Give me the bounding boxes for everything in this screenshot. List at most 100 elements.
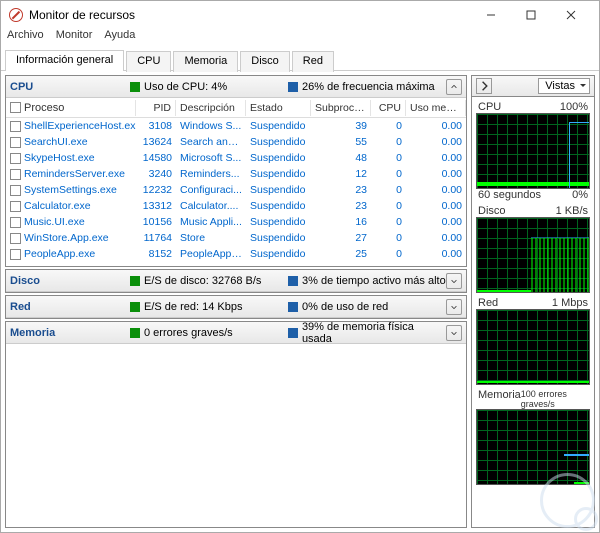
expand-button[interactable] (446, 325, 462, 341)
cell-desc: Configuraci... (176, 184, 246, 196)
graphs-container: CPU100% 60 segundos0% Disco1 KB/s Red1 M… (471, 97, 595, 528)
cell-pid: 13624 (136, 136, 176, 148)
cell-avg: 0.00 (406, 168, 466, 180)
table-row[interactable]: Calculator.exe13312Calculator....Suspend… (6, 198, 466, 214)
cell-status: Suspendido (246, 152, 311, 164)
cell-pid: 3108 (136, 120, 176, 132)
row-checkbox[interactable] (10, 169, 21, 180)
cell-avg: 0.00 (406, 200, 466, 212)
net-graph-max: 1 Mbps (552, 297, 588, 309)
table-row[interactable]: SearchUI.exe13624Search and...Suspendido… (6, 134, 466, 150)
cpu-graph-title: CPU (478, 101, 501, 113)
memory-panel-header[interactable]: Memoria 0 errores graves/s 39% de memori… (6, 322, 466, 344)
cell-cpu: 0 (371, 200, 406, 212)
cell-avg: 0.00 (406, 120, 466, 132)
menu-bar: Archivo Monitor Ayuda (1, 29, 599, 49)
menu-file[interactable]: Archivo (7, 29, 44, 49)
cell-pid: 8152 (136, 248, 176, 260)
cpu-panel-title: CPU (10, 81, 130, 93)
net-graph: Red 1 Mbps (476, 297, 590, 385)
cell-threads: 16 (311, 216, 371, 228)
cell-pid: 14580 (136, 152, 176, 164)
collapse-sidebar-button[interactable] (476, 78, 492, 94)
cell-desc: Reminders... (176, 168, 246, 180)
cell-status: Suspendido (246, 120, 311, 132)
row-checkbox[interactable] (10, 137, 21, 148)
close-button[interactable] (551, 1, 591, 29)
cell-status: Suspendido (246, 248, 311, 260)
blue-square-icon (288, 328, 298, 338)
cell-desc: PeopleApp.... (176, 248, 246, 260)
minimize-button[interactable] (471, 1, 511, 29)
cpu-graph-xlabel: 60 segundos (478, 189, 541, 201)
row-checkbox[interactable] (10, 233, 21, 244)
cell-cpu: 0 (371, 216, 406, 228)
table-row[interactable]: ShellExperienceHost.exe3108Windows S...S… (6, 118, 466, 134)
views-dropdown[interactable]: Vistas (538, 78, 590, 94)
table-row[interactable]: SystemSettings.exe12232Configuraci...Sus… (6, 182, 466, 198)
cell-process: WinStore.App.exe (6, 232, 136, 244)
cell-status: Suspendido (246, 168, 311, 180)
cell-desc: Music Appli... (176, 216, 246, 228)
expand-button[interactable] (446, 273, 462, 289)
tab-network[interactable]: Red (292, 51, 334, 72)
expand-button[interactable] (446, 299, 462, 315)
net-graph-title: Red (478, 297, 498, 309)
cell-process: PeopleApp.exe (6, 248, 136, 260)
cell-avg: 0.00 (406, 216, 466, 228)
cpu-panel: CPU Uso de CPU: 4% 26% de frecuencia máx… (5, 75, 467, 267)
tab-disk[interactable]: Disco (240, 51, 290, 72)
menu-monitor[interactable]: Monitor (56, 29, 93, 49)
table-row[interactable]: SkypeHost.exe14580Microsoft S...Suspendi… (6, 150, 466, 166)
cell-process: Calculator.exe (6, 200, 136, 212)
tab-cpu[interactable]: CPU (126, 51, 171, 72)
row-checkbox[interactable] (10, 217, 21, 228)
table-body[interactable]: ShellExperienceHost.exe3108Windows S...S… (6, 118, 466, 266)
cpu-freq-stat: 26% de frecuencia máxima (288, 81, 446, 93)
row-checkbox[interactable] (10, 185, 21, 196)
cell-threads: 12 (311, 168, 371, 180)
tab-general[interactable]: Información general (5, 50, 124, 71)
blue-square-icon (288, 276, 298, 286)
table-row[interactable]: WinStore.App.exe11764StoreSuspendido2700… (6, 230, 466, 246)
disk-panel-header[interactable]: Disco E/S de disco: 32768 B/s 3% de tiem… (6, 270, 466, 292)
col-cpu[interactable]: CPU (371, 100, 406, 116)
header-checkbox[interactable] (10, 102, 21, 113)
cell-status: Suspendido (246, 136, 311, 148)
cell-avg: 0.00 (406, 248, 466, 260)
mem-graph: Memoria100 errores graves/s (476, 389, 590, 485)
col-status[interactable]: Estado (246, 100, 311, 116)
cell-pid: 3240 (136, 168, 176, 180)
col-desc[interactable]: Descripción (176, 100, 246, 116)
table-row[interactable]: Music.UI.exe10156Music Appli...Suspendid… (6, 214, 466, 230)
tab-memory[interactable]: Memoria (173, 51, 238, 72)
row-checkbox[interactable] (10, 121, 21, 132)
table-row[interactable]: PeopleApp.exe8152PeopleApp....Suspendido… (6, 246, 466, 262)
mem-usage-stat: 39% de memoria física usada (288, 321, 446, 345)
cpu-panel-header[interactable]: CPU Uso de CPU: 4% 26% de frecuencia máx… (6, 76, 466, 98)
menu-help[interactable]: Ayuda (104, 29, 135, 49)
col-avg[interactable]: Uso medio ... (406, 100, 466, 116)
collapse-button[interactable] (446, 79, 462, 95)
row-checkbox[interactable] (10, 153, 21, 164)
cpu-graph: CPU100% 60 segundos0% (476, 101, 590, 201)
window-controls (471, 1, 591, 29)
cell-process: SkypeHost.exe (6, 152, 136, 164)
cell-desc: Windows S... (176, 120, 246, 132)
table-row[interactable]: RemindersServer.exe3240Reminders...Suspe… (6, 166, 466, 182)
cell-process: RemindersServer.exe (6, 168, 136, 180)
col-process[interactable]: Proceso (6, 100, 136, 116)
cell-process: SearchUI.exe (6, 136, 136, 148)
cpu-graph-max: 100% (560, 101, 588, 113)
net-usage-stat: 0% de uso de red (288, 301, 446, 313)
network-panel-header[interactable]: Red E/S de red: 14 Kbps 0% de uso de red (6, 296, 466, 318)
row-checkbox[interactable] (10, 249, 21, 260)
cell-pid: 13312 (136, 200, 176, 212)
cell-threads: 23 (311, 184, 371, 196)
maximize-button[interactable] (511, 1, 551, 29)
row-checkbox[interactable] (10, 201, 21, 212)
col-pid[interactable]: PID (136, 100, 176, 116)
col-threads[interactable]: Subprocesos (311, 100, 371, 116)
green-square-icon (130, 302, 140, 312)
green-square-icon (130, 82, 140, 92)
